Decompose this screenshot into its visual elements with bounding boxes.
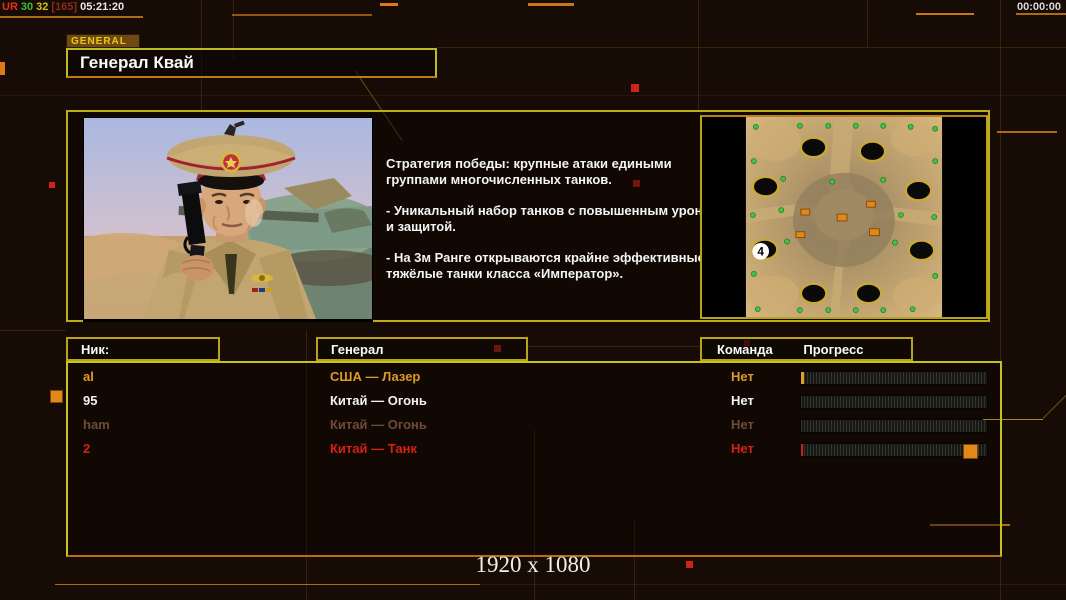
column-header-team-progress: Команда Прогресс <box>700 337 913 361</box>
map-start-marker: 4 <box>752 242 769 260</box>
player-nick: 95 <box>83 393 98 408</box>
game-clock: 00:00:00 <box>1016 1 1061 13</box>
player-nick: al <box>83 369 94 384</box>
player-row[interactable]: 95 Китай — Огонь Нет <box>68 390 1000 414</box>
players-table: al США — Лазер Нет 95 Китай — Огонь Нет … <box>66 361 1002 557</box>
general-title-box: Генерал Квай <box>66 48 437 78</box>
player-team[interactable]: Нет <box>731 369 754 384</box>
player-progress-fill <box>801 444 803 456</box>
general-portrait <box>44 117 389 333</box>
progress-header-label: Прогресс <box>803 342 864 357</box>
status-time: 05:21:20 <box>80 1 125 13</box>
description-paragraph: Стратегия победы: крупные атаки едиными … <box>386 156 672 187</box>
status-tag: UR <box>2 1 18 13</box>
player-progress-fill <box>801 372 804 384</box>
player-row[interactable]: 2 Китай — Танк Нет <box>68 438 1000 462</box>
game-lobby-screen: UR 30 32 [165] 05:21:20 00:00:00 GENERAL Ген… <box>0 0 1066 600</box>
player-general: США — Лазер <box>330 369 421 384</box>
player-team[interactable]: Нет <box>731 417 754 432</box>
player-progress-bar <box>800 419 988 433</box>
player-row[interactable]: al США — Лазер Нет <box>68 366 1000 390</box>
status-value-a: 30 <box>20 1 34 13</box>
general-portrait-image <box>44 118 389 333</box>
column-header-nick: Ник: <box>66 337 220 361</box>
player-nick: ham <box>83 417 110 432</box>
status-value-c: [165] <box>51 1 78 13</box>
player-progress-bar <box>800 443 988 457</box>
player-progress-bar <box>800 371 988 385</box>
general-description: Стратегия победы: крупные атаки едиными … <box>386 156 721 297</box>
resolution-label: 1920 x 1080 <box>475 552 591 577</box>
player-row[interactable]: ham Китай — Огонь Нет <box>68 414 1000 438</box>
page-title: Генерал Квай <box>80 53 194 72</box>
player-general: Китай — Танк <box>330 441 417 456</box>
general-info-panel: Стратегия победы: крупные атаки едиными … <box>44 110 990 333</box>
column-header-general: Генерал <box>316 337 528 361</box>
description-paragraph: - На 3м Ранге открываются крайне эффекти… <box>386 250 705 281</box>
description-paragraph: - Уникальный набор танков с повышенным у… <box>386 203 720 234</box>
status-bar: UR 30 32 [165] 05:21:20 <box>2 1 127 13</box>
player-general: Китай — Огонь <box>330 393 427 408</box>
status-value-b: 32 <box>36 1 49 13</box>
player-general: Китай — Огонь <box>330 417 427 432</box>
player-progress-bar <box>800 395 988 409</box>
general-tab-label: GENERAL <box>66 34 140 48</box>
map-start-marker-number: 4 <box>757 246 764 259</box>
player-nick: 2 <box>83 441 91 456</box>
general-header-label: Генерал <box>331 342 384 357</box>
player-team[interactable]: Нет <box>731 441 754 456</box>
nick-header-label: Ник: <box>81 342 110 357</box>
player-team[interactable]: Нет <box>731 393 754 408</box>
map-preview-panel: 4 <box>700 115 988 319</box>
map-preview-image: 4 <box>745 117 943 317</box>
team-header-label: Команда <box>717 342 773 357</box>
